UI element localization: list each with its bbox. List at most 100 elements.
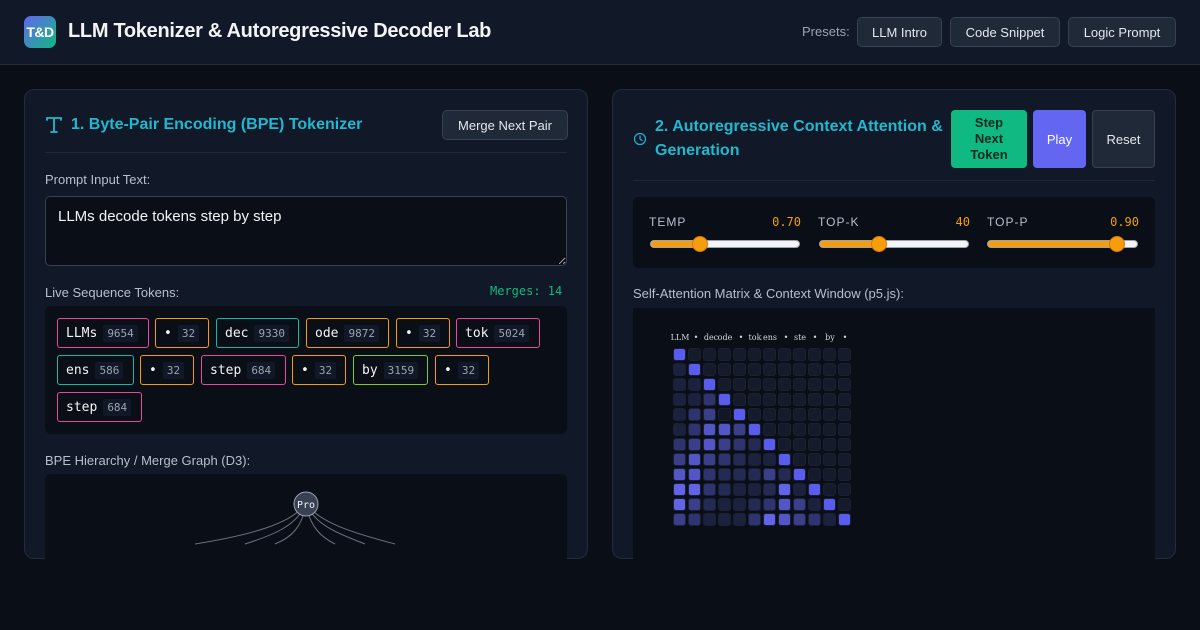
attention-cell (808, 483, 821, 496)
attention-cell (778, 483, 791, 496)
token-id: 32 (314, 361, 337, 379)
merge-next-pair-button[interactable]: Merge Next Pair (442, 110, 568, 140)
top-p-slider-thumb[interactable] (1108, 236, 1125, 252)
step-next-token-button[interactable]: Step Next Token (951, 110, 1027, 168)
attention-cell (688, 378, 701, 391)
token-id: 586 (95, 361, 124, 379)
attention-cell (733, 438, 746, 451)
attention-cell (688, 498, 701, 511)
decoder-panel: 2. Autoregressive Context Attention & Ge… (612, 89, 1176, 560)
attention-cell (703, 453, 716, 466)
attention-cell (778, 393, 791, 406)
token-chip[interactable]: ode 9872 (306, 318, 389, 348)
attention-cell (763, 378, 776, 391)
attention-cell (823, 453, 836, 466)
attention-cell (823, 393, 836, 406)
attention-cell (763, 423, 776, 436)
top-k-slider-thumb[interactable] (871, 236, 887, 252)
temp-slider-track[interactable] (650, 240, 800, 248)
temp-value: 0.70 (772, 215, 801, 229)
token-chip[interactable]: LLMs 9654 (57, 318, 149, 348)
token-chip[interactable]: ens 586 (57, 355, 134, 385)
presets-label: Presets: (802, 24, 850, 39)
top-p-label: TOP-P (987, 215, 1029, 229)
play-button[interactable]: Play (1033, 110, 1086, 168)
attention-cell (763, 438, 776, 451)
attention-cell (823, 438, 836, 451)
token-chip[interactable]: • 32 (155, 318, 209, 348)
token-chip[interactable]: step 684 (57, 392, 142, 422)
attention-cell (703, 408, 716, 421)
top-p-slider-fill (988, 241, 1117, 247)
attention-cell (793, 468, 806, 481)
merge-graph-root-label: Pro (297, 500, 315, 511)
attention-cell (733, 423, 746, 436)
attention-cell (808, 453, 821, 466)
attention-cell (703, 438, 716, 451)
token-text: step (66, 399, 98, 415)
token-chip[interactable]: by 3159 (353, 355, 428, 385)
attention-cell (703, 363, 716, 376)
attention-cell (838, 498, 851, 511)
attention-cell (763, 498, 776, 511)
attention-cell (673, 483, 686, 496)
attention-cell (838, 348, 851, 361)
token-chip[interactable]: dec 9330 (216, 318, 299, 348)
token-chip[interactable]: • 32 (292, 355, 346, 385)
attention-cell (673, 408, 686, 421)
token-chip[interactable]: tok 5024 (456, 318, 540, 348)
clock-icon (633, 132, 647, 146)
reset-button[interactable]: Reset (1092, 110, 1155, 168)
attention-token-label: ens (763, 333, 777, 342)
attention-cell (838, 408, 851, 421)
attention-cell (688, 423, 701, 436)
merges-counter: Merges: 14 (490, 284, 563, 298)
temp-slider-thumb[interactable] (691, 236, 708, 252)
token-id: 684 (247, 361, 276, 379)
attention-cell (793, 378, 806, 391)
preset-code-snippet-button[interactable]: Code Snippet (950, 17, 1060, 47)
attention-cell (673, 378, 686, 391)
attention-cell (703, 513, 716, 526)
top-k-slider-track[interactable] (819, 240, 969, 248)
token-chip[interactable]: • 32 (140, 355, 194, 385)
attention-cell (838, 363, 851, 376)
token-chip[interactable]: step 684 (201, 355, 286, 385)
preset-logic-prompt-button[interactable]: Logic Prompt (1068, 17, 1176, 47)
attention-token-label: dec (703, 333, 719, 342)
attention-cell (733, 498, 746, 511)
attention-matrix-label: Self-Attention Matrix & Context Window (… (633, 286, 904, 301)
attention-cell (808, 423, 821, 436)
attention-cell (733, 378, 746, 391)
attention-cell (763, 513, 776, 526)
attention-cell (778, 348, 791, 361)
attention-cell (703, 498, 716, 511)
sampling-params: TEMP 0.70 TOP-K 40 TOP-P 0.90 (633, 197, 1155, 268)
attention-cell (793, 438, 806, 451)
attention-cell (748, 348, 761, 361)
decoder-title-line-2: Generation (655, 142, 740, 159)
attention-cell (808, 513, 821, 526)
token-text: tok (465, 325, 489, 341)
attention-cell (688, 363, 701, 376)
attention-cell (793, 348, 806, 361)
prompt-input-field[interactable]: LLMs decode tokens step by step (45, 196, 567, 266)
attention-cell (793, 393, 806, 406)
attention-token-label: tok (748, 333, 762, 342)
preset-llm-intro-button[interactable]: LLM Intro (857, 17, 942, 47)
tokenizer-title: 1. Byte-Pair Encoding (BPE) Tokenizer (71, 116, 363, 133)
attention-cell (793, 453, 806, 466)
attention-cell (688, 468, 701, 481)
attention-cell (703, 393, 716, 406)
attention-token-label: • (812, 333, 818, 342)
attention-cell (793, 423, 806, 436)
token-text: ens (66, 362, 90, 378)
attention-cell (718, 468, 731, 481)
attention-cell (778, 498, 791, 511)
token-chip[interactable]: • 32 (396, 318, 450, 348)
token-chip[interactable]: • 32 (435, 355, 489, 385)
attention-cell (733, 453, 746, 466)
attention-cell (763, 408, 776, 421)
attention-cell (838, 513, 851, 526)
attention-cell (733, 513, 746, 526)
